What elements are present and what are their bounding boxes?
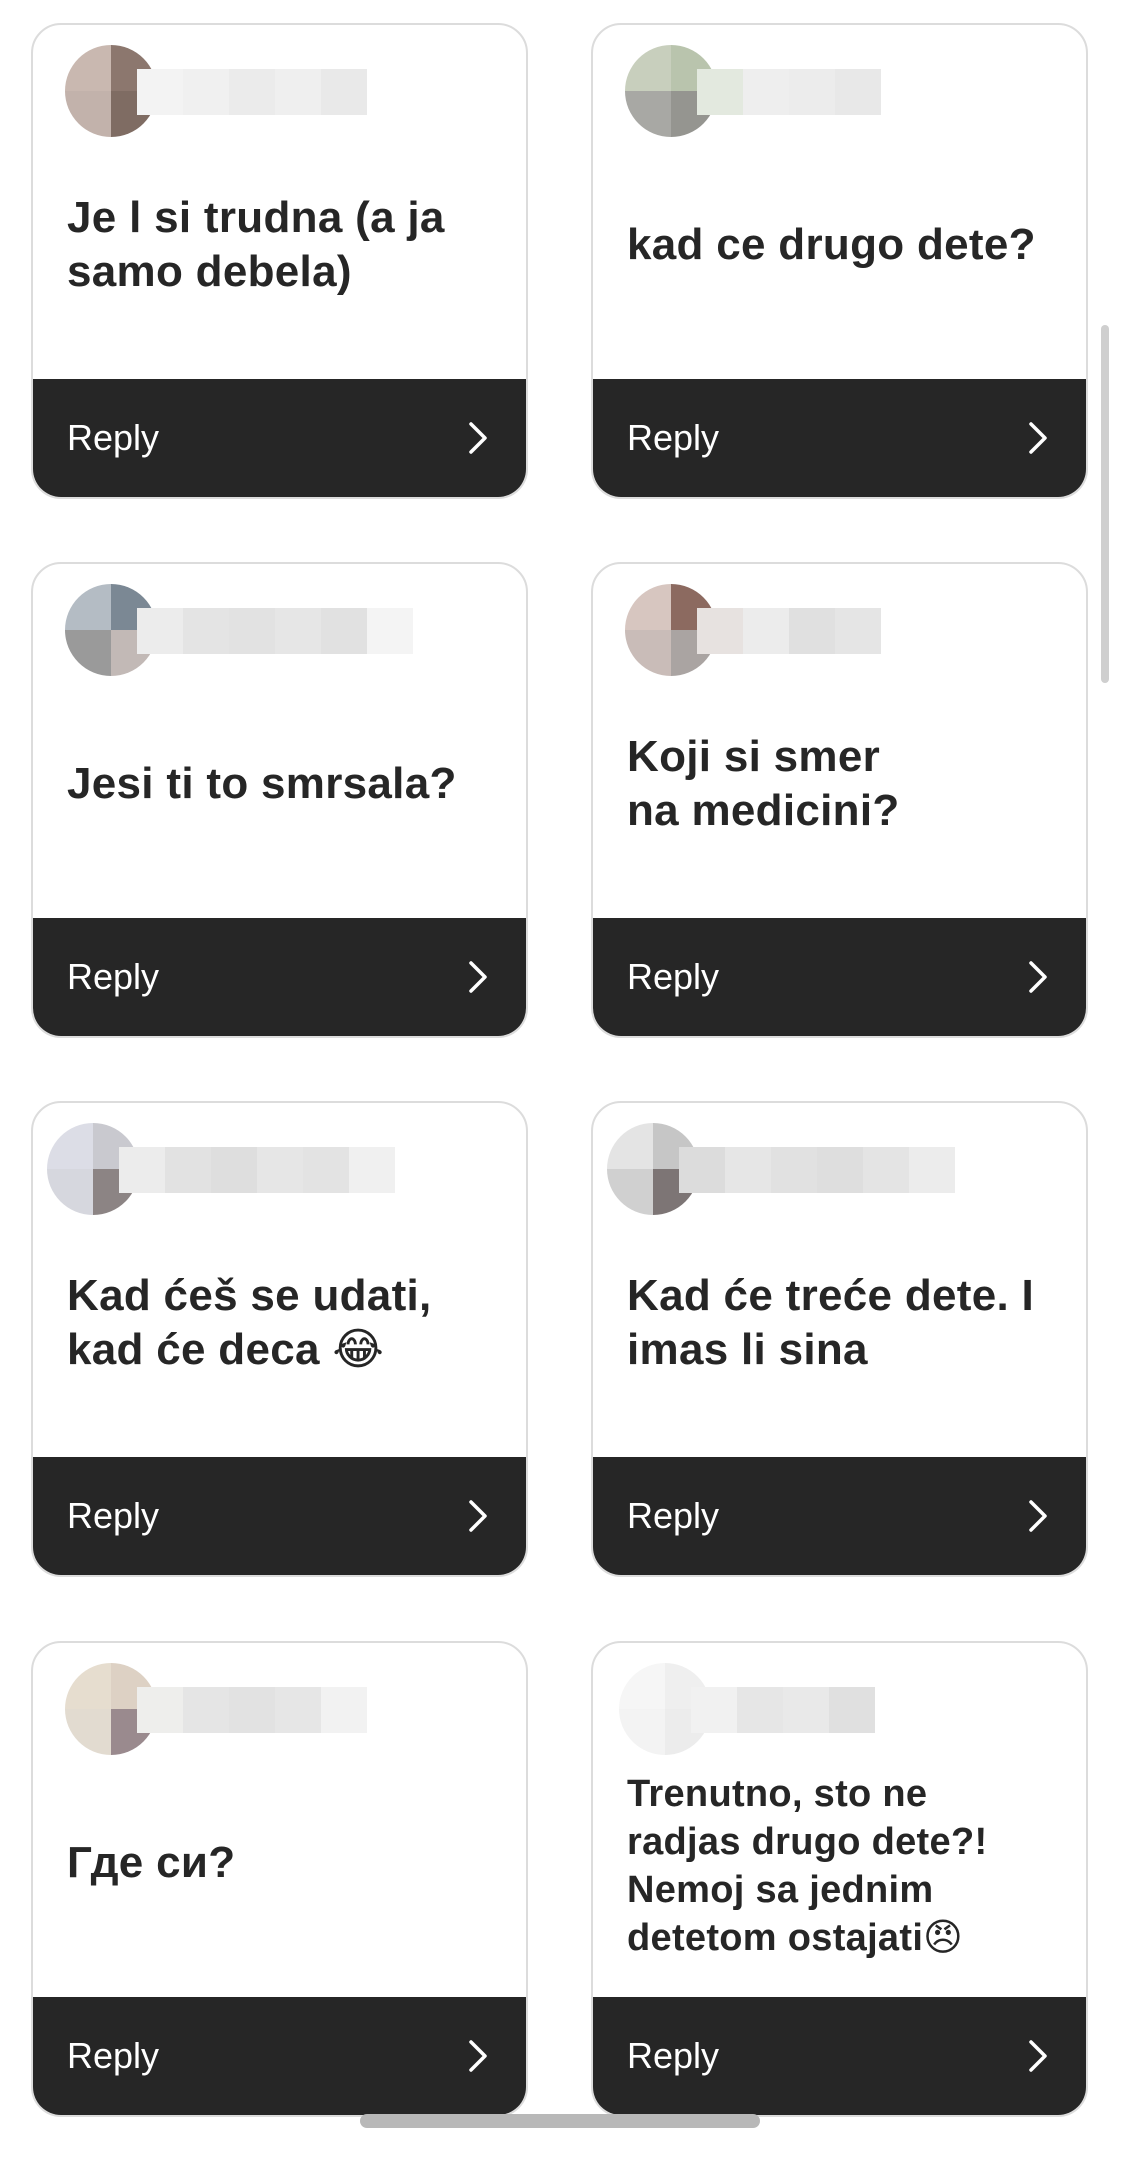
chevron-right-icon bbox=[469, 422, 487, 454]
question-text: Koji si smer na medicini? bbox=[627, 732, 900, 835]
chevron-right-icon bbox=[469, 2040, 487, 2072]
reply-button[interactable]: Reply bbox=[33, 1997, 526, 2115]
username-blurred bbox=[137, 69, 367, 115]
home-indicator[interactable] bbox=[360, 2114, 760, 2128]
chevron-right-icon bbox=[469, 961, 487, 993]
chevron-right-icon bbox=[1029, 422, 1047, 454]
reply-label: Reply bbox=[627, 417, 720, 458]
reply-label: Reply bbox=[627, 1495, 720, 1536]
blurred-profile bbox=[65, 584, 413, 676]
question-text: Где си? bbox=[67, 1838, 236, 1887]
reply-label: Reply bbox=[67, 2035, 160, 2076]
reply-label: Reply bbox=[67, 417, 160, 458]
blurred-profile bbox=[625, 584, 965, 676]
reply-button[interactable]: Reply bbox=[33, 379, 526, 497]
blurred-profile bbox=[47, 1123, 395, 1215]
blurred-profile bbox=[607, 1123, 955, 1215]
reply-button[interactable]: Reply bbox=[33, 1457, 526, 1575]
reply-button[interactable]: Reply bbox=[33, 918, 526, 1036]
question-card: Je l si trudna (a ja samo debela) Reply bbox=[31, 23, 528, 499]
reply-label: Reply bbox=[67, 956, 160, 997]
username-blurred bbox=[697, 608, 881, 654]
reply-label: Reply bbox=[627, 2035, 720, 2076]
question-card: Koji si smer na medicini? Reply bbox=[591, 562, 1088, 1038]
question-card: Jesi ti to smrsala? Reply bbox=[31, 562, 528, 1038]
reply-label: Reply bbox=[627, 956, 720, 997]
question-card: Kad ćeš se udati, kad će deca 😂 Reply bbox=[31, 1101, 528, 1577]
username-blurred bbox=[119, 1147, 395, 1193]
question-text: Je l si trudna (a ja samo debela) bbox=[67, 193, 445, 296]
blurred-profile bbox=[625, 45, 965, 137]
username-blurred bbox=[679, 1147, 955, 1193]
chevron-right-icon bbox=[1029, 1500, 1047, 1532]
chevron-right-icon bbox=[1029, 961, 1047, 993]
scrollbar[interactable] bbox=[1101, 325, 1109, 683]
reply-button[interactable]: Reply bbox=[593, 1997, 1086, 2115]
username-blurred bbox=[691, 1687, 875, 1733]
question-card: Trenutno, sto ne radjas drugo dete?! Nem… bbox=[591, 1641, 1088, 2117]
username-blurred bbox=[697, 69, 881, 115]
username-blurred bbox=[137, 608, 413, 654]
question-text: kad ce drugo dete? bbox=[627, 220, 1036, 269]
chevron-right-icon bbox=[1029, 2040, 1047, 2072]
username-blurred bbox=[137, 1687, 367, 1733]
reply-button[interactable]: Reply bbox=[593, 379, 1086, 497]
reply-label: Reply bbox=[67, 1495, 160, 1536]
question-text: Trenutno, sto ne radjas drugo dete?! Nem… bbox=[627, 1772, 988, 1959]
question-text: Jesi ti to smrsala? bbox=[67, 759, 457, 808]
reply-button[interactable]: Reply bbox=[593, 918, 1086, 1036]
question-card: Kad će treće dete. I imas li sina Reply bbox=[591, 1101, 1088, 1577]
blurred-profile bbox=[619, 1663, 959, 1755]
reply-button[interactable]: Reply bbox=[593, 1457, 1086, 1575]
question-card: kad ce drugo dete? Reply bbox=[591, 23, 1088, 499]
blurred-profile bbox=[65, 1663, 405, 1755]
question-text: Kad ćeš se udati, kad će deca 😂 bbox=[67, 1271, 432, 1374]
question-card: Где си? Reply bbox=[31, 1641, 528, 2117]
chevron-right-icon bbox=[469, 1500, 487, 1532]
question-text: Kad će treće dete. I imas li sina bbox=[627, 1271, 1035, 1374]
blurred-profile bbox=[65, 45, 405, 137]
